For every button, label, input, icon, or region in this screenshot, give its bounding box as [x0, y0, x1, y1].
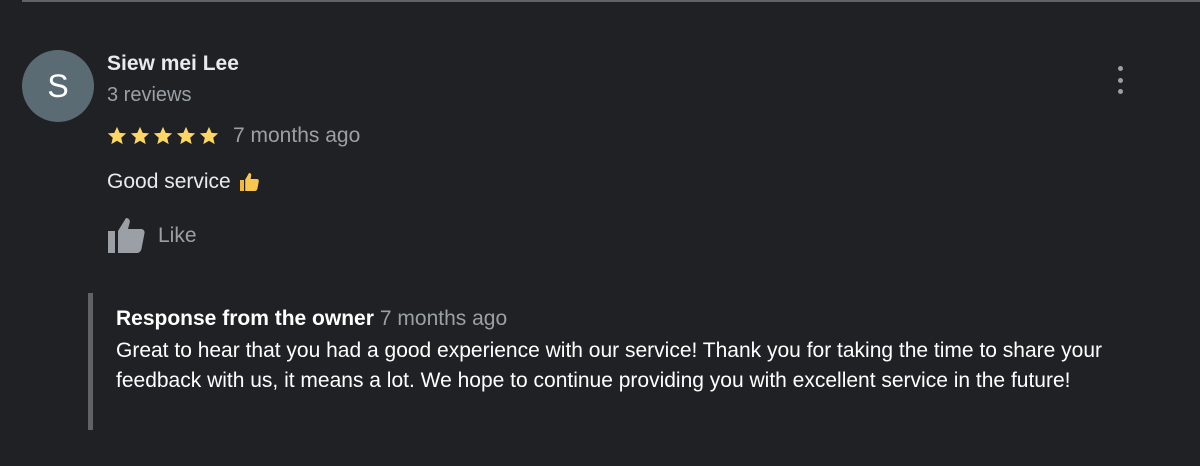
more-options-button[interactable] [1106, 64, 1134, 96]
thumbs-up-icon [108, 218, 145, 253]
review-text-row: Good service [107, 170, 261, 194]
star-icon [130, 126, 150, 145]
review-text: Good service [107, 170, 231, 193]
owner-response-header: Response from the owner 7 months ago [116, 306, 1168, 332]
like-label: Like [158, 224, 197, 247]
more-vert-icon [1117, 66, 1123, 71]
more-vert-icon-dot [1117, 77, 1123, 83]
more-vert-icon-dot [1117, 89, 1123, 94]
divider [22, 0, 1200, 2]
author-name[interactable]: Siew mei Lee [107, 52, 239, 76]
like-button[interactable]: Like [106, 216, 197, 256]
owner-response-title: Response from the owner [116, 307, 374, 330]
star-rating [106, 125, 220, 147]
avatar[interactable]: S [22, 50, 94, 122]
owner-response: Response from the owner 7 months ago Grea… [88, 293, 1168, 430]
star-icon [153, 126, 173, 145]
star-icon [199, 126, 219, 145]
thumbs-up-emoji-icon [239, 173, 259, 191]
rating-row: 7 months ago [106, 124, 360, 148]
star-icon [176, 126, 196, 145]
owner-response-text: Great to hear that you had a good experi… [116, 339, 1103, 392]
star-icon [107, 126, 127, 145]
review-count[interactable]: 3 reviews [107, 84, 191, 107]
owner-response-date: 7 months ago [379, 307, 508, 330]
review-date: 7 months ago [233, 124, 361, 147]
review-card: S Siew mei Lee 3 reviews 7 months ago Go… [0, 0, 1200, 466]
